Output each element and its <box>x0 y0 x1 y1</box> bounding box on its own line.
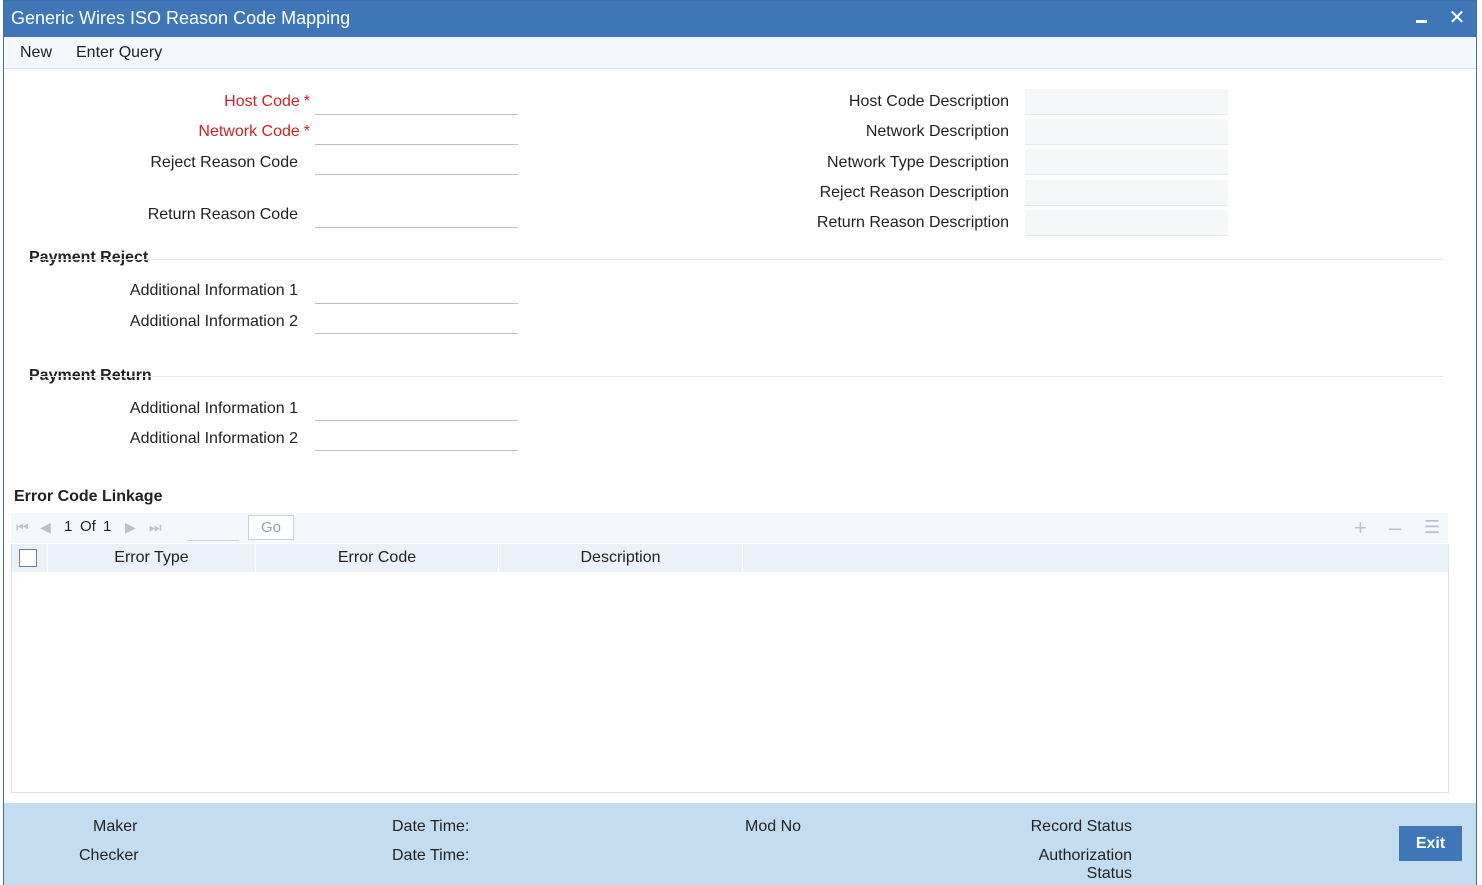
menu-bar: New Enter Query <box>4 37 1476 69</box>
enter-query-menu-item[interactable]: Enter Query <box>76 44 162 62</box>
reject-reason-code-input[interactable] <box>315 149 518 175</box>
minimize-icon[interactable] <box>1410 7 1432 29</box>
return-reason-description-field <box>1025 210 1228 236</box>
host-code-label: Host Code * <box>224 93 310 110</box>
checker-date-time-label: Date Time: <box>392 847 470 864</box>
return-reason-code-label: Return Reason Code <box>147 206 298 223</box>
payment-reject-title: Payment Reject <box>29 249 149 266</box>
column-header-error-code[interactable]: Error Code <box>256 544 499 572</box>
column-header-description[interactable]: Description <box>499 544 743 572</box>
prev-page-icon[interactable]: ◀ <box>40 519 51 536</box>
of-label: Of <box>80 518 96 535</box>
network-type-description-field <box>1025 149 1228 175</box>
title-bar: Generic Wires ISO Reason Code Mapping ✕ <box>4 1 1476 37</box>
network-description-field <box>1025 119 1228 145</box>
minus-icon[interactable]: – <box>1389 515 1401 541</box>
maker-label: Maker <box>93 818 138 835</box>
network-type-description-label: Network Type Description <box>827 154 1009 171</box>
return-additional-info-2-input[interactable] <box>315 425 518 451</box>
exit-button[interactable]: Exit <box>1399 826 1462 861</box>
maker-date-time-label: Date Time: <box>392 818 470 835</box>
next-page-icon[interactable]: ▶ <box>125 519 136 536</box>
application-window: Generic Wires ISO Reason Code Mapping ✕ … <box>3 0 1477 885</box>
close-icon[interactable]: ✕ <box>1446 7 1468 29</box>
reject-reason-code-label: Reject Reason Code <box>150 154 298 171</box>
return-additional-info-2-label: Additional Information 2 <box>129 430 298 447</box>
network-code-label: Network Code * <box>198 123 310 140</box>
reject-additional-info-1-label: Additional Information 1 <box>129 282 298 299</box>
first-page-icon[interactable]: ⏮ <box>16 519 29 536</box>
new-menu-item[interactable]: New <box>20 44 52 62</box>
record-status-label: Record Status <box>1030 818 1132 835</box>
section-divider <box>29 259 1443 260</box>
grid-header: Error Type Error Code Description <box>12 544 1448 572</box>
return-reason-code-input[interactable] <box>315 202 518 228</box>
window-title: Generic Wires ISO Reason Code Mapping <box>11 8 351 28</box>
section-divider <box>29 376 1443 377</box>
reject-reason-description-label: Reject Reason Description <box>819 184 1009 201</box>
reject-reason-description-field <box>1025 180 1228 206</box>
network-description-label: Network Description <box>865 123 1009 140</box>
reject-additional-info-2-label: Additional Information 2 <box>129 313 298 330</box>
checker-label: Checker <box>79 847 139 864</box>
host-code-description-label: Host Code Description <box>848 93 1009 110</box>
pager-bar: ⏮ ◀ 1 Of 1 ▶ ⏭ Go + – ☰ <box>11 513 1448 543</box>
column-header-error-type[interactable]: Error Type <box>47 544 256 572</box>
plus-icon[interactable]: + <box>1354 515 1367 541</box>
last-page-icon[interactable]: ⏭ <box>149 519 162 536</box>
error-code-linkage-title: Error Code Linkage <box>14 488 163 505</box>
reject-additional-info-1-input[interactable] <box>315 278 518 304</box>
authorization-label: Authorization <box>1038 847 1132 864</box>
host-code-description-field <box>1025 89 1228 115</box>
page-number-input[interactable] <box>187 515 239 541</box>
authorization-status-label: Status <box>1086 865 1132 882</box>
total-pages: 1 <box>103 518 112 535</box>
list-icon[interactable]: ☰ <box>1424 517 1440 538</box>
network-code-input[interactable] <box>315 119 518 145</box>
go-button[interactable]: Go <box>248 515 294 540</box>
return-additional-info-1-input[interactable] <box>315 395 518 421</box>
reject-additional-info-2-input[interactable] <box>315 308 518 334</box>
return-reason-description-label: Return Reason Description <box>816 214 1009 231</box>
select-all-checkbox[interactable] <box>19 549 37 567</box>
audit-footer: Maker Checker Date Time: Date Time: Mod … <box>4 803 1476 885</box>
host-code-input[interactable] <box>315 89 518 115</box>
mod-no-label: Mod No <box>745 818 802 835</box>
return-additional-info-1-label: Additional Information 1 <box>129 400 298 417</box>
current-page: 1 <box>64 518 73 535</box>
error-code-grid: Error Type Error Code Description <box>11 544 1449 793</box>
